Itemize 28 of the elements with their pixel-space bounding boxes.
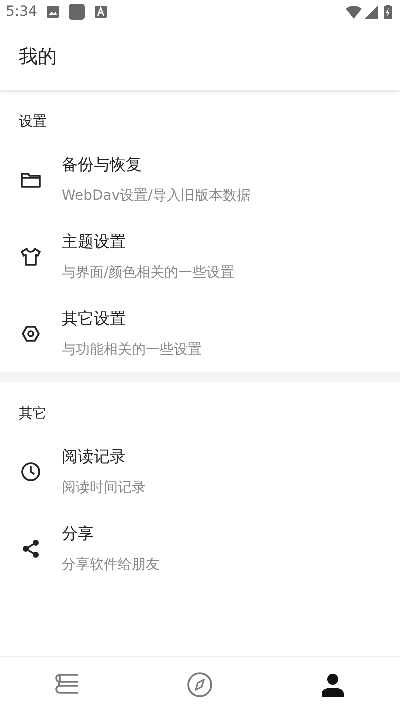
clock-icon <box>21 462 41 482</box>
item-subtitle: 与界面/颜色相关的一些设置 <box>62 264 235 282</box>
section-header: 设置 <box>19 114 47 130</box>
image-icon <box>47 6 60 18</box>
person-icon <box>321 672 346 696</box>
page-title: 我的 <box>19 44 57 70</box>
item-title[interactable]: 其它设置 <box>62 308 202 330</box>
item-subtitle: 与功能相关的一些设置 <box>62 340 202 360</box>
item-subtitle: 分享软件给朋友 <box>62 556 160 574</box>
share-icon <box>21 538 41 558</box>
status-time: 5:34 <box>6 2 38 22</box>
square-icon <box>69 4 86 20</box>
font-icon <box>95 6 108 18</box>
item-subtitle: 阅读时间记录 <box>62 478 146 498</box>
item-title[interactable]: 主题设置 <box>62 230 235 252</box>
compass-icon <box>186 672 213 698</box>
books-icon <box>54 672 80 696</box>
signal-icon <box>365 6 378 18</box>
shirt-icon <box>21 248 41 266</box>
item-subtitle: WebDav设置/导入旧版本数据 <box>62 186 251 206</box>
folder-icon <box>21 172 41 188</box>
item-title[interactable]: 阅读记录 <box>62 446 146 468</box>
battery-icon <box>384 5 392 19</box>
section-header: 其它 <box>19 406 47 422</box>
wifi-icon <box>346 6 362 18</box>
item-title[interactable]: 备份与恢复 <box>62 154 251 176</box>
item-title[interactable]: 分享 <box>62 522 160 544</box>
hexagon-icon <box>22 324 40 342</box>
